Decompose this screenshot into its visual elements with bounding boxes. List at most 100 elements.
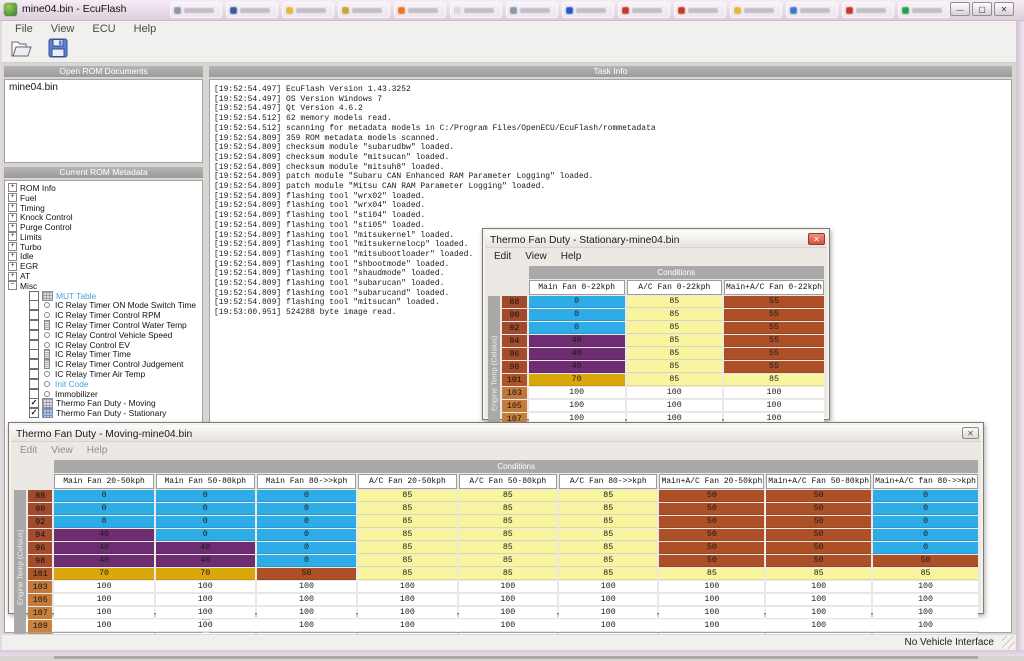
row-header[interactable]: 90 [502,309,527,321]
table-cell[interactable]: 85 [459,555,557,567]
table-cell[interactable]: 85 [559,490,657,502]
table-cell[interactable]: 55 [724,335,824,347]
tree-item-mut-table[interactable]: MUT Table [8,291,202,301]
column-header[interactable]: A/C Fan 80->>kph [559,474,657,489]
close-button[interactable] [994,2,1014,16]
row-header[interactable]: 88 [28,490,52,502]
expand-icon[interactable]: + [8,232,17,241]
table-cell[interactable]: 0 [257,529,356,541]
checkbox[interactable] [29,330,39,340]
row-header[interactable]: 96 [28,542,52,554]
row-header[interactable]: 98 [28,555,52,567]
table-cell[interactable]: 100 [358,581,456,593]
tree-item-thermo-fan-duty-stationary[interactable]: Thermo Fan Duty - Stationary [8,408,202,418]
table-cell[interactable]: 0 [873,529,978,541]
table-cell[interactable]: 70 [54,568,153,580]
column-header[interactable]: Main+A/C Fan 0-22kph [724,280,824,295]
table-cell[interactable]: 85 [358,555,456,567]
checkbox[interactable] [29,349,39,359]
tree-item-ic-relay-timer-control-water-temp[interactable]: IC Relay Timer Control Water Temp [8,320,202,330]
table-cell[interactable]: 100 [627,400,722,412]
table-cell[interactable]: 55 [724,322,824,334]
table-cell[interactable]: 0 [529,322,625,334]
checkbox[interactable] [29,291,39,301]
table-cell[interactable]: 0 [529,296,625,308]
table-cell[interactable]: 100 [659,607,764,619]
table-cell[interactable]: 85 [459,542,557,554]
table-cell[interactable]: 85 [559,516,657,528]
table-cell[interactable]: 50 [766,529,871,541]
column-header[interactable]: Main+A/C Fan 50-80kph [766,474,871,489]
row-header[interactable]: 94 [28,529,52,541]
table-cell[interactable]: 50 [659,516,764,528]
table-cell[interactable]: 85 [559,503,657,515]
table-cell[interactable]: 0 [257,490,356,502]
table-cell[interactable]: 40 [529,348,625,360]
row-header[interactable]: 105 [502,400,527,412]
tree-item-ic-relay-timer-control-judgement[interactable]: IC Relay Timer Control Judgement [8,359,202,369]
table-cell[interactable]: 50 [766,490,871,502]
expand-icon[interactable]: + [8,252,17,261]
row-header[interactable]: 103 [502,387,527,399]
table-cell[interactable]: 85 [559,529,657,541]
table-cell[interactable]: 100 [659,594,764,606]
column-header[interactable]: A/C Fan 50-80kph [459,474,557,489]
table-cell[interactable]: 100 [257,620,356,632]
tree-item-rom-info[interactable]: +ROM Info [8,183,202,193]
moving-window-titlebar[interactable]: Thermo Fan Duty - Moving-mine04.bin [11,425,981,442]
expand-icon[interactable]: + [8,193,17,202]
table-cell[interactable]: 40 [156,542,255,554]
checkbox[interactable] [29,359,39,369]
table-cell[interactable]: 100 [459,620,557,632]
table-cell[interactable]: 0 [156,490,255,502]
checkbox[interactable] [29,320,39,330]
table-cell[interactable]: 100 [766,620,871,632]
table-cell[interactable]: 85 [459,516,557,528]
table-cell[interactable]: 50 [766,555,871,567]
tree-item-ic-relay-timer-time[interactable]: IC Relay Timer Time [8,350,202,360]
table-cell[interactable]: 0 [257,542,356,554]
table-cell[interactable]: 85 [459,568,557,580]
table-cell[interactable]: 0 [257,555,356,567]
table-cell[interactable]: 85 [559,555,657,567]
table-cell[interactable]: 50 [659,555,764,567]
table-cell[interactable]: 100 [156,581,255,593]
table-cell[interactable]: 100 [358,607,456,619]
checkbox[interactable] [29,300,39,310]
table-cell[interactable]: 40 [54,555,153,567]
menu-item-file[interactable]: File [6,23,42,35]
checkbox[interactable] [29,369,39,379]
column-header[interactable]: Main+A/C fan 80->>kph [873,474,978,489]
tree-item-fuel[interactable]: +Fuel [8,193,202,203]
row-header[interactable]: 105 [28,594,52,606]
collapse-icon[interactable]: − [8,281,17,290]
row-header[interactable]: 101 [502,374,527,386]
checkbox[interactable] [29,340,39,350]
table-cell[interactable]: 0 [873,542,978,554]
resize-grip-icon[interactable] [1002,636,1015,649]
column-header[interactable]: Main+A/C Fan 20-50kph [659,474,764,489]
table-cell[interactable]: 0 [156,529,255,541]
table-cell[interactable]: 100 [156,607,255,619]
table-cell[interactable]: 100 [559,594,657,606]
menu-item-edit[interactable]: Edit [487,251,518,262]
table-cell[interactable]: 85 [724,374,824,386]
table-cell[interactable]: 0 [257,503,356,515]
table-cell[interactable]: 100 [627,387,722,399]
table-cell[interactable]: 40 [529,361,625,373]
table-cell[interactable]: 0 [54,490,153,502]
tree-item-ic-relay-timer-on-mode-switch-time[interactable]: IC Relay Timer ON Mode Switch Time [8,301,202,311]
table-cell[interactable]: 70 [529,374,625,386]
row-header[interactable]: 92 [502,322,527,334]
table-cell[interactable]: 0 [156,503,255,515]
tree-item-timing[interactable]: +Timing [8,203,202,213]
close-icon[interactable] [962,427,979,439]
tree-item-ic-relay-control-ev[interactable]: IC Relay Control EV [8,340,202,350]
row-header[interactable]: 103 [28,581,52,593]
row-header[interactable]: 109 [28,620,52,632]
tree-item-idle[interactable]: +Idle [8,252,202,262]
table-cell[interactable]: 85 [358,542,456,554]
column-header[interactable]: Main Fan 20-50kph [54,474,153,489]
table-cell[interactable]: 50 [659,542,764,554]
table-cell[interactable]: 100 [529,387,625,399]
